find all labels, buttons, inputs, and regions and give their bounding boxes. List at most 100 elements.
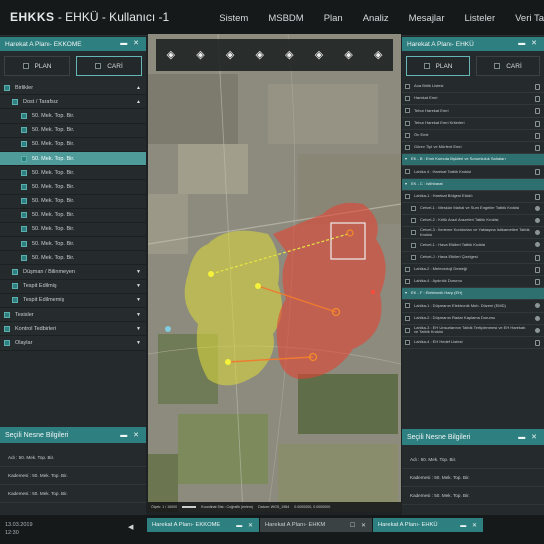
expand-arrow-icon[interactable]: ▼: [136, 297, 141, 303]
checkbox-icon[interactable]: [21, 254, 27, 261]
document-icon[interactable]: [535, 254, 540, 261]
layer-cube-icon[interactable]: ◈: [224, 49, 236, 61]
tree-item[interactable]: 50. Mek. Top. Bir.: [0, 237, 146, 252]
collapse-icon[interactable]: ▾: [405, 157, 407, 162]
checkbox-icon[interactable]: [405, 279, 410, 285]
tree-item[interactable]: Olaylar ▼: [0, 336, 146, 351]
list-section-header[interactable]: ▾ EK - F : Elektronik Harp (EH): [402, 288, 544, 301]
layer-cube-icon[interactable]: ◈: [372, 49, 384, 61]
status-dot-icon[interactable]: [535, 230, 540, 236]
list-section-header[interactable]: ▾ EK - C : İstihbarat: [402, 178, 544, 191]
menu-mesajlar[interactable]: Mesajlar: [409, 13, 445, 24]
status-dot-icon[interactable]: [535, 242, 540, 248]
checkbox-icon[interactable]: [21, 169, 27, 176]
tree-item[interactable]: 50. Mek. Top. Bir.: [0, 166, 146, 181]
document-list-item[interactable]: Cetvel-3 : İlerleme Koridorları ve Yakla…: [402, 227, 544, 240]
tree-item[interactable]: Dost / Tarafsız ▲: [0, 95, 146, 110]
checkbox-icon[interactable]: [21, 141, 27, 148]
checkbox-icon[interactable]: [405, 120, 410, 126]
checkbox-icon[interactable]: [12, 98, 18, 105]
status-dot-icon[interactable]: [535, 218, 540, 224]
document-list-item[interactable]: Cetvel-2 : Kritik Arazi Arazeleri Tatbik…: [402, 215, 544, 228]
collapse-left-button[interactable]: ◀: [128, 523, 133, 531]
checkbox-icon[interactable]: [4, 84, 10, 91]
checkbox-icon[interactable]: [405, 193, 410, 199]
checkbox-icon[interactable]: [21, 155, 27, 162]
layer-cube-icon[interactable]: ◈: [254, 49, 266, 61]
document-list-item[interactable]: Lahika-2 : Meteoroloji Desteği: [402, 264, 544, 276]
cari-mode-button[interactable]: CARİ: [476, 56, 540, 76]
tree-item[interactable]: Düşman / Bilinmeyen ▼: [0, 265, 146, 280]
map-view[interactable]: ◈ ◈ ◈ ◈ ◈ ◈ ◈ ◈ Ölçek: 1 / 15000 Koordinat Sist…: [148, 34, 401, 512]
status-dot-icon[interactable]: [535, 205, 540, 211]
tab-controls[interactable]: ▬ ✕: [460, 522, 479, 529]
document-list-item[interactable]: Ön Emir: [402, 130, 544, 142]
checkbox-icon[interactable]: [4, 339, 10, 346]
expand-arrow-icon[interactable]: ▲: [136, 99, 141, 105]
expand-arrow-icon[interactable]: ▼: [136, 326, 141, 332]
menu-plan[interactable]: Plan: [324, 13, 343, 24]
layer-cube-icon[interactable]: ◈: [165, 49, 177, 61]
document-list-item[interactable]: Cetvel-J : Hava Etkileri Çizelgesi: [402, 252, 544, 264]
checkbox-icon[interactable]: [21, 198, 27, 205]
checkbox-icon[interactable]: [405, 327, 410, 333]
expand-arrow-icon[interactable]: ▲: [136, 85, 141, 91]
checkbox-icon[interactable]: [405, 108, 410, 114]
tree-item[interactable]: 50. Mek. Top. Bir.: [0, 109, 146, 124]
layer-cube-icon[interactable]: ◈: [283, 49, 295, 61]
document-icon[interactable]: [535, 169, 540, 176]
tree-item[interactable]: 50. Mek. Top. Bir.: [0, 151, 146, 167]
tree-item[interactable]: Kontrol Tedbirleri ▼: [0, 322, 146, 337]
document-list-item[interactable]: Harekat Emri: [402, 93, 544, 106]
document-list-item[interactable]: Lahika 4 : Harekat Tatbik Krokisi: [402, 166, 544, 179]
checkbox-icon[interactable]: [405, 96, 410, 102]
tree-item[interactable]: 50. Mek. Top. Bir.: [0, 209, 146, 223]
menu-msbdm[interactable]: MSBDM: [268, 13, 303, 24]
tree-item[interactable]: 50. Mek. Top. Bir.: [0, 138, 146, 152]
document-list-item[interactable]: Lahika-4 : Aydınlık Durumu: [402, 276, 544, 289]
document-list-item[interactable]: Cetvel-1 : Hava Etkileri Tatbik Krokisi: [402, 239, 544, 252]
checkbox-icon[interactable]: [411, 254, 416, 260]
checkbox-icon[interactable]: [4, 325, 10, 332]
tab-ehkm[interactable]: Harekat A Planı- EHKM ☐ ✕: [260, 518, 372, 532]
document-list-item[interactable]: Cetvel-1 : Meskûn Mahal ve Sum Engeller …: [402, 203, 544, 216]
panel-window-controls[interactable]: ▬ ✕: [518, 433, 539, 441]
tree-item[interactable]: Tespit Edilmiş ▼: [0, 280, 146, 294]
expand-arrow-icon[interactable]: ▼: [136, 340, 141, 346]
tab-ekkome[interactable]: Harekat A Planı- EKKOME ▬ ✕: [147, 518, 259, 532]
checkbox-icon[interactable]: [21, 212, 27, 219]
checkbox-icon[interactable]: [405, 266, 410, 272]
plan-mode-button[interactable]: PLAN: [406, 56, 470, 76]
document-list-item[interactable]: Görev Tipi ve Mürfent Emri: [402, 142, 544, 155]
status-dot-icon[interactable]: [535, 315, 540, 321]
collapse-icon[interactable]: ▾: [405, 181, 407, 187]
document-list-item[interactable]: Ana Birlik Listesi: [402, 81, 544, 94]
list-section-header[interactable]: ▾ EK - B : Emir Komuta İlişkileri ve Soru…: [402, 154, 544, 167]
tree-item[interactable]: 50. Mek. Top. Bir.: [0, 124, 146, 138]
layer-cube-icon[interactable]: ◈: [194, 49, 206, 61]
satellite-map[interactable]: [148, 34, 401, 512]
checkbox-icon[interactable]: [411, 230, 416, 236]
tree-item[interactable]: 50. Mek. Top. Bir.: [0, 195, 146, 209]
document-icon[interactable]: [535, 96, 540, 103]
checkbox-icon[interactable]: [405, 340, 410, 346]
checkbox-icon[interactable]: [21, 183, 27, 190]
expand-arrow-icon[interactable]: ▼: [136, 269, 141, 275]
checkbox-icon[interactable]: [21, 226, 27, 233]
menu-sistem[interactable]: Sistem: [219, 13, 248, 24]
checkbox-icon[interactable]: [405, 132, 410, 138]
checkbox-icon[interactable]: [12, 297, 18, 304]
plan-mode-button[interactable]: PLAN: [4, 56, 70, 76]
panel-window-controls[interactable]: ▬ ✕: [518, 39, 539, 47]
document-icon[interactable]: [535, 132, 540, 139]
checkbox-icon[interactable]: [411, 242, 416, 248]
document-icon[interactable]: [535, 120, 540, 127]
tab-ehku[interactable]: Harekat A Planı- EHKÜ ▬ ✕: [373, 518, 483, 532]
checkbox-icon[interactable]: [12, 283, 18, 290]
document-icon[interactable]: [535, 193, 540, 200]
tree-item[interactable]: 50. Mek. Top. Bir.: [0, 223, 146, 238]
checkbox-icon[interactable]: [4, 311, 10, 318]
document-list-item[interactable]: Tebur Harekat Emri Kriterleri: [402, 118, 544, 130]
document-list-item[interactable]: Lahika-1 : Düşmanın Elektronik Muh. Düze…: [402, 300, 544, 313]
checkbox-icon[interactable]: [411, 218, 416, 224]
